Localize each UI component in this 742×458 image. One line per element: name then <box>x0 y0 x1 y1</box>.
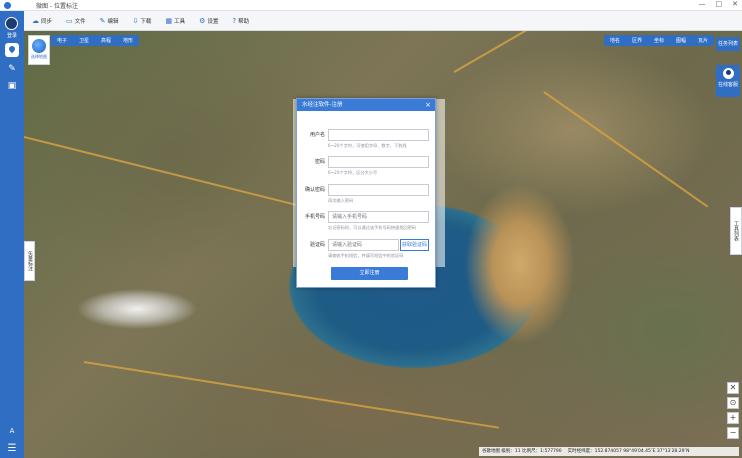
confirm-password-hint: 再次输入密码 <box>328 198 354 203</box>
online-service-button[interactable]: 在线客服 <box>716 65 740 97</box>
verification-label: 验证码 <box>309 242 325 248</box>
support-avatar-icon <box>722 68 734 79</box>
gear-icon: ⚙ <box>199 16 206 25</box>
tab-placenames[interactable]: 地名 <box>604 35 626 46</box>
download-icon: ⇩ <box>132 16 139 25</box>
window-controls: — □ ✕ <box>699 0 739 8</box>
settings-button[interactable]: ⚙ 设置 <box>199 17 218 25</box>
username-label: 用户名 <box>309 132 325 138</box>
map-selector-label: 选择地图 <box>31 54 47 59</box>
left-sidebar: 登录 ✎ ▣ A ☰ <box>0 11 24 458</box>
phone-hint: 忘记密码时，可以通过该手机号码快速找回密码 <box>328 225 416 230</box>
sync-button[interactable]: ☁ 同步 <box>32 17 52 25</box>
tools-icon: ▦ <box>165 16 173 25</box>
file-label: 文件 <box>74 18 86 25</box>
road-line <box>24 136 316 211</box>
tools-label: 工具 <box>174 18 186 25</box>
password-input[interactable] <box>328 156 429 168</box>
get-code-button[interactable]: 获取验证码 <box>400 239 429 251</box>
phone-input[interactable] <box>328 211 429 223</box>
confirm-password-input[interactable] <box>328 184 429 196</box>
online-service-label: 在线客服 <box>717 82 738 88</box>
tab-boundaries[interactable]: 区界 <box>626 35 648 46</box>
minimize-button[interactable]: — <box>699 0 706 8</box>
globe-icon <box>32 39 46 53</box>
layer-tabs: 地名 区界 坐标 图幅 瓦片 <box>603 35 714 46</box>
map-source-scale: 谷歌地图 级别：11 比例尺：1:577790 <box>482 449 562 454</box>
window-title: 微图 - 位置标注 <box>36 3 78 10</box>
tab-elevation[interactable]: 高程 <box>95 35 117 46</box>
cursor-coordinates: 实时经纬度：152.874057 98°49′04.45″E 37°13′28.… <box>567 449 690 454</box>
help-button[interactable]: ? 帮助 <box>232 17 249 25</box>
main-toolbar: ☁ 同步 ▭ 文件 ✎ 编辑 ⇩ 下载 ▦ 工具 ⚙ 设置 ? 帮助 <box>24 11 742 31</box>
tab-sheets[interactable]: 图幅 <box>670 35 692 46</box>
toolbox-tab[interactable]: 工具列表 <box>730 207 742 255</box>
sync-label: 同步 <box>41 18 53 25</box>
map-selector[interactable]: 选择地图 <box>28 35 50 65</box>
verification-hint: 请查收手机短信，并填写短信中的验证码 <box>328 253 404 258</box>
menu-icon[interactable]: ☰ <box>0 443 24 454</box>
tools-button[interactable]: ▦ 工具 <box>165 17 185 25</box>
pen-icon[interactable]: ✎ <box>0 64 24 74</box>
username-input[interactable] <box>328 129 429 141</box>
tab-tiles[interactable]: 瓦片 <box>692 35 714 46</box>
cloud-icon: ☁ <box>32 16 39 25</box>
maximize-button[interactable]: □ <box>716 0 723 8</box>
zoom-out-button[interactable]: − <box>727 427 739 439</box>
dialog-title: 水经注软件-注册 <box>302 102 343 108</box>
tab-terrain[interactable]: 地形 <box>117 35 139 46</box>
road-line <box>543 91 709 208</box>
register-dialog: 水经注软件-注册 × 用户名 6~20个字符，可使用字母、数字、下划线 密码 6… <box>296 98 436 288</box>
dialog-header: 水经注软件-注册 × <box>297 99 435 111</box>
tab-vector[interactable]: 电子 <box>51 35 73 46</box>
username-hint: 6~20个字符，可使用字母、数字、下划线 <box>328 143 407 148</box>
confirm-password-label: 确认密码 <box>304 187 325 193</box>
file-icon: ▭ <box>66 16 73 25</box>
map-status-bar: 谷歌地图 级别：11 比例尺：1:577790 实时经纬度：152.874057… <box>479 447 739 456</box>
download-button[interactable]: ⇩ 下载 <box>133 17 152 25</box>
verification-code-input[interactable] <box>328 239 399 251</box>
edit-label: 编辑 <box>107 18 119 25</box>
edit-button[interactable]: ✎ 编辑 <box>100 17 119 25</box>
help-label: 帮助 <box>238 18 250 25</box>
location-pin-icon[interactable] <box>5 43 19 57</box>
download-label: 下载 <box>140 18 152 25</box>
basemap-tabs: 电子 卫星 高程 地形 <box>51 35 140 46</box>
login-link[interactable]: 登录 <box>0 32 24 39</box>
annotation-panel-handle[interactable]: 矢量标注 <box>24 241 35 281</box>
edit-icon: ✎ <box>99 16 106 25</box>
road-line <box>453 31 576 73</box>
locate-icon[interactable]: ⊙ <box>727 397 739 409</box>
image-icon[interactable]: ▣ <box>0 81 24 91</box>
app-logo-icon <box>4 2 11 9</box>
close-window-button[interactable]: ✕ <box>732 0 738 8</box>
font-icon[interactable]: A <box>0 427 24 435</box>
file-button[interactable]: ▭ 文件 <box>66 17 86 25</box>
password-label: 密码 <box>314 159 325 165</box>
settings-label: 设置 <box>207 18 219 25</box>
phone-label: 手机号码 <box>304 214 325 220</box>
task-list-button[interactable]: 任务列表 <box>716 37 740 51</box>
close-icon[interactable]: × <box>425 99 431 111</box>
zoom-in-button[interactable]: + <box>727 412 739 424</box>
close-tool-icon[interactable]: ✕ <box>727 382 739 394</box>
help-icon: ? <box>232 16 237 25</box>
tab-satellite[interactable]: 卫星 <box>73 35 95 46</box>
tab-coordinates[interactable]: 坐标 <box>648 35 670 46</box>
title-bar: 微图 - 位置标注 — □ ✕ <box>0 0 742 11</box>
register-button[interactable]: 立即注册 <box>331 267 408 280</box>
user-avatar-icon[interactable] <box>5 17 18 30</box>
road-line <box>83 361 499 429</box>
password-hint: 6~20个字符，区分大小写 <box>328 170 378 175</box>
